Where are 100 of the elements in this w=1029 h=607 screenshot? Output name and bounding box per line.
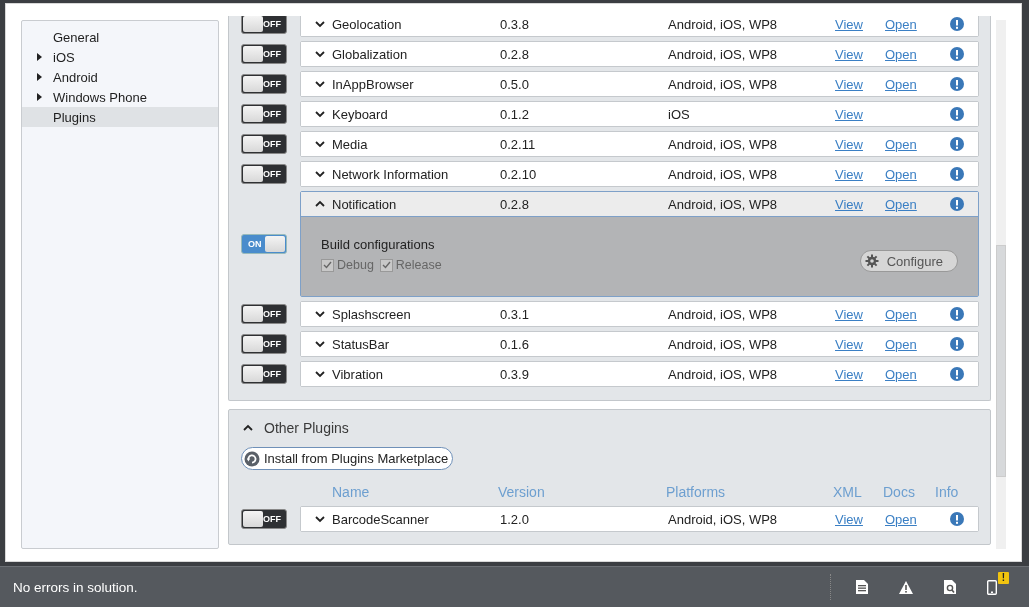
open-link[interactable]: Open — [885, 336, 917, 352]
plugin-platforms: Android, iOS, WP8 — [668, 46, 779, 62]
sidebar-item[interactable]: Plugins — [22, 107, 218, 127]
chevron-icon — [314, 310, 325, 318]
open-link[interactable]: Open — [885, 46, 917, 62]
view-link[interactable]: View — [835, 166, 863, 182]
plugin-name: Keyboard — [332, 106, 389, 122]
view-link[interactable]: View — [835, 511, 863, 527]
plugin-platforms: Android, iOS, WP8 — [668, 16, 779, 32]
chevron-icon — [314, 80, 325, 88]
plugin-row[interactable]: Globalization 0.2.8 Android, iOS, WP8 View Open — [301, 42, 978, 66]
view-link[interactable]: View — [835, 136, 863, 152]
view-link[interactable]: View — [835, 196, 863, 212]
sidebar-item[interactable]: Android — [22, 67, 218, 87]
sidebar-item[interactable]: iOS — [22, 47, 218, 67]
gear-icon — [864, 254, 879, 268]
open-link[interactable]: Open — [885, 306, 917, 322]
column-header: XML — [833, 484, 863, 500]
plugin-platforms: Android, iOS, WP8 — [668, 76, 779, 92]
open-link[interactable]: Open — [885, 136, 917, 152]
view-link[interactable]: View — [835, 76, 863, 92]
plugin-row[interactable]: Notification 0.2.8 Android, iOS, WP8 View Open — [301, 192, 978, 217]
toggle-switch[interactable]: ON — [241, 234, 287, 254]
plugin-row[interactable]: Keyboard 0.1.2 iOS View — [301, 102, 978, 126]
plugin-name: Media — [332, 136, 369, 152]
chevron-icon — [314, 50, 325, 58]
plugin-name: Notification — [332, 196, 398, 212]
toggle-switch[interactable]: OFF — [241, 164, 287, 184]
install-button[interactable]: Install from Plugins Marketplace — [241, 447, 454, 470]
info-icon — [950, 107, 964, 121]
toggle-switch[interactable]: OFF — [241, 74, 287, 94]
plugin-row[interactable]: InAppBrowser 0.5.0 Android, iOS, WP8 View Open — [301, 72, 978, 96]
plugin-platforms: Android, iOS, WP8 — [668, 306, 779, 322]
view-link[interactable]: View — [835, 366, 863, 382]
plugin-platforms: Android, iOS, WP8 — [668, 366, 779, 382]
plugin-name: BarcodeScanner — [332, 511, 430, 527]
configure-button[interactable]: Configure — [859, 250, 958, 272]
plugin-platforms: Android, iOS, WP8 — [668, 336, 779, 352]
plugin-row[interactable]: Geolocation 0.3.8 Android, iOS, WP8 View Open — [301, 16, 978, 36]
plugin-platforms: iOS — [668, 106, 691, 122]
chevron-icon — [314, 200, 325, 208]
document-icon — [856, 580, 868, 594]
column-header: Docs — [883, 484, 916, 500]
plugin-platforms: Android, iOS, WP8 — [668, 511, 779, 527]
plugin-name: Vibration — [332, 366, 385, 382]
warning-icon — [899, 580, 913, 594]
open-link[interactable]: Open — [885, 16, 917, 32]
plugin-name: Geolocation — [332, 16, 403, 32]
sidebar-item[interactable]: Windows Phone — [22, 87, 218, 107]
sidebar-item[interactable]: General — [22, 27, 218, 47]
view-link[interactable]: View — [835, 306, 863, 322]
plugin-version: 0.1.6 — [500, 336, 530, 352]
expand-arrow-icon — [37, 93, 42, 101]
view-link[interactable]: View — [835, 16, 863, 32]
plugin-row[interactable]: BarcodeScanner 1.2.0 Android, iOS, WP8 View Open — [301, 507, 978, 531]
phone-icon — [987, 579, 997, 595]
plugin-row[interactable]: Splashscreen 0.3.1 Android, iOS, WP8 View Open — [301, 302, 978, 326]
open-link[interactable]: Open — [885, 511, 917, 527]
info-icon — [950, 167, 964, 181]
open-link[interactable]: Open — [885, 166, 917, 182]
info-icon — [950, 77, 964, 91]
document-search-icon — [944, 580, 956, 594]
info-icon — [950, 197, 964, 211]
refresh-icon — [244, 450, 260, 467]
toggle-switch[interactable]: OFF — [241, 364, 287, 384]
scroll-thumb[interactable] — [996, 245, 1006, 477]
toggle-switch[interactable]: OFF — [241, 44, 287, 64]
plugin-version: 0.5.0 — [500, 76, 530, 92]
view-link[interactable]: View — [835, 46, 863, 62]
open-link[interactable]: Open — [885, 196, 917, 212]
column-header: Version — [498, 484, 546, 500]
plugin-version: 0.1.2 — [500, 106, 530, 122]
plugin-platforms: Android, iOS, WP8 — [668, 196, 779, 212]
toggle-switch[interactable]: OFF — [241, 16, 287, 34]
toggle-switch[interactable]: OFF — [241, 509, 287, 529]
toggle-switch[interactable]: OFF — [241, 334, 287, 354]
open-link[interactable]: Open — [885, 76, 917, 92]
column-header: Info — [935, 484, 960, 500]
check-icon — [381, 261, 391, 269]
check-icon — [323, 261, 332, 269]
toggle-switch[interactable]: OFF — [241, 304, 287, 324]
chevron-icon — [314, 370, 325, 378]
view-link[interactable]: View — [835, 106, 863, 122]
plugin-row[interactable]: Media 0.2.11 Android, iOS, WP8 View Open — [301, 132, 978, 156]
plugin-row[interactable]: Vibration 0.3.9 Android, iOS, WP8 View Open — [301, 362, 978, 386]
view-link[interactable]: View — [835, 336, 863, 352]
column-header: Platforms — [666, 484, 727, 500]
chevron-icon — [314, 20, 325, 28]
open-link[interactable]: Open — [885, 366, 917, 382]
toggle-switch[interactable]: OFF — [241, 134, 287, 154]
info-icon — [950, 137, 964, 151]
chevron-icon — [314, 110, 325, 118]
plugin-row[interactable]: StatusBar 0.1.6 Android, iOS, WP8 View Open — [301, 332, 978, 356]
plugin-version: 0.2.10 — [500, 166, 538, 182]
scrollbar[interactable] — [996, 20, 1006, 549]
plugin-version: 0.3.1 — [500, 306, 530, 322]
group-title[interactable]: Other Plugins — [264, 420, 349, 436]
plugin-row[interactable]: Network Information 0.2.10 Android, iOS, WP8 View Open — [301, 162, 978, 186]
plugin-version: 0.2.8 — [500, 46, 530, 62]
toggle-switch[interactable]: OFF — [241, 104, 287, 124]
